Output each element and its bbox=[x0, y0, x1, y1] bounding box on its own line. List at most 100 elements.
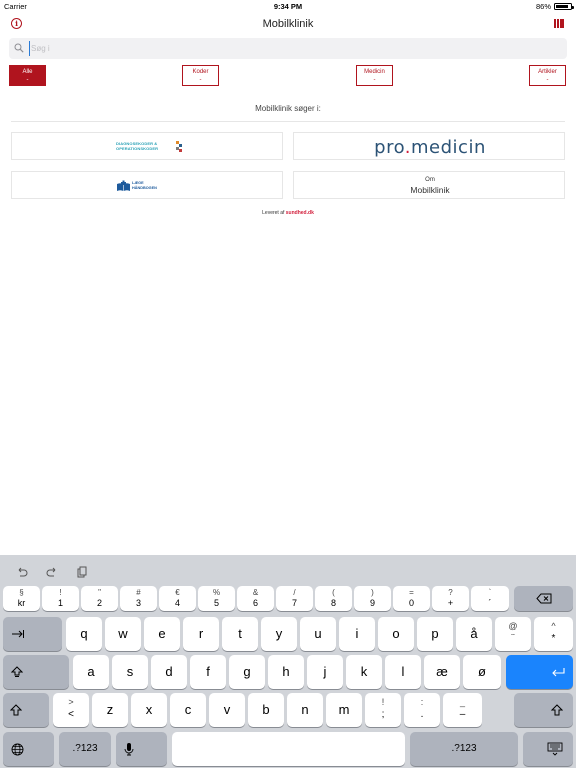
paste-icon[interactable] bbox=[76, 566, 88, 578]
redo-icon[interactable] bbox=[46, 566, 58, 578]
filter-medicin-button[interactable]: Medicin - bbox=[356, 65, 393, 86]
key-w[interactable]: w bbox=[105, 617, 141, 651]
key-char: < bbox=[68, 709, 74, 720]
key-aa[interactable]: å bbox=[456, 617, 492, 651]
delete-key[interactable] bbox=[514, 586, 573, 611]
key-char: ¨ bbox=[511, 633, 515, 644]
key-char: o bbox=[392, 626, 400, 641]
filter-artikler-button[interactable]: Artikler - bbox=[529, 65, 566, 86]
key-k[interactable]: k bbox=[346, 655, 382, 689]
sundhed-logo[interactable]: sundhed.dk bbox=[286, 210, 314, 216]
key-u[interactable]: u bbox=[300, 617, 336, 651]
search-input[interactable] bbox=[29, 41, 549, 56]
key-6[interactable]: & 6 bbox=[237, 586, 274, 611]
key-g[interactable]: g bbox=[229, 655, 265, 689]
caps-lock-icon bbox=[11, 666, 23, 677]
key-p[interactable]: p bbox=[417, 617, 453, 651]
return-key[interactable] bbox=[506, 655, 573, 689]
dictation-key[interactable] bbox=[116, 732, 167, 766]
key-n[interactable]: n bbox=[287, 693, 323, 727]
search-box[interactable] bbox=[9, 38, 567, 59]
caps-lock-key[interactable] bbox=[3, 655, 69, 689]
globe-key[interactable] bbox=[3, 732, 54, 766]
key-char: m bbox=[338, 702, 350, 717]
key-z[interactable]: z bbox=[92, 693, 128, 727]
key-char: u bbox=[314, 626, 322, 641]
key-m[interactable]: m bbox=[326, 693, 362, 727]
key-semicolon[interactable]: !; bbox=[365, 693, 401, 727]
key-alt: @ bbox=[508, 621, 518, 631]
diagnosekoder-logo: DIAGNOSEKODER & OPERATIONSKODER bbox=[116, 140, 186, 154]
key-l[interactable]: l bbox=[385, 655, 421, 689]
key-kr[interactable]: § kr bbox=[3, 586, 40, 611]
laege-text: LÆGE HÅNDBOGEN bbox=[132, 181, 157, 191]
key-a[interactable]: a bbox=[73, 655, 109, 689]
key-alt: # bbox=[136, 588, 141, 597]
key-x[interactable]: x bbox=[131, 693, 167, 727]
key-2[interactable]: " 2 bbox=[81, 586, 118, 611]
filter-alle-button[interactable]: Alle - bbox=[9, 65, 46, 86]
key-c[interactable]: c bbox=[170, 693, 206, 727]
key-y[interactable]: y bbox=[261, 617, 297, 651]
key-char: q bbox=[80, 626, 88, 641]
key-oe[interactable]: ø bbox=[463, 655, 501, 689]
key-4[interactable]: €4 bbox=[159, 586, 196, 611]
key-1[interactable]: ! 1 bbox=[42, 586, 79, 611]
key-alt: > bbox=[68, 697, 74, 707]
key-0[interactable]: = 0 bbox=[393, 586, 430, 611]
filter-koder-button[interactable]: Koder - bbox=[182, 65, 219, 86]
promedicin-prefix: pro bbox=[374, 137, 405, 158]
key-i[interactable]: i bbox=[339, 617, 375, 651]
key-char: e bbox=[158, 626, 166, 641]
key-period[interactable]: :. bbox=[404, 693, 440, 727]
key-d[interactable]: d bbox=[151, 655, 187, 689]
bookmark-icon[interactable] bbox=[554, 19, 564, 28]
key-alt: = bbox=[409, 588, 414, 597]
key-plus[interactable]: ? + bbox=[432, 586, 469, 611]
key-9[interactable]: ) 9 bbox=[354, 586, 391, 611]
key-5[interactable]: % 5 bbox=[198, 586, 235, 611]
shift-left-key[interactable] bbox=[3, 693, 49, 727]
key-star[interactable]: ^ * bbox=[534, 617, 573, 651]
key-8[interactable]: (8 bbox=[315, 586, 352, 611]
key-j[interactable]: j bbox=[307, 655, 343, 689]
key-at[interactable]: @ ¨ bbox=[495, 617, 531, 651]
key-char: r bbox=[198, 626, 204, 641]
key-r[interactable]: r bbox=[183, 617, 219, 651]
tab-key[interactable] bbox=[3, 617, 62, 651]
key-char: 2 bbox=[96, 598, 102, 608]
hide-keyboard-key[interactable] bbox=[523, 732, 573, 766]
source-card-diagnosekoder[interactable]: DIAGNOSEKODER & OPERATIONSKODER bbox=[11, 132, 283, 160]
tab-icon bbox=[12, 630, 24, 638]
key-alt: ! bbox=[59, 588, 62, 597]
key-char: ´ bbox=[488, 598, 492, 608]
key-q[interactable]: q bbox=[66, 617, 102, 651]
key-char: 5 bbox=[213, 598, 219, 608]
key-s[interactable]: s bbox=[112, 655, 148, 689]
shift-right-key[interactable] bbox=[514, 693, 573, 727]
key-ae[interactable]: æ bbox=[424, 655, 460, 689]
undo-icon[interactable] bbox=[16, 566, 28, 578]
key-7[interactable]: /7 bbox=[276, 586, 313, 611]
key-3[interactable]: #3 bbox=[120, 586, 157, 611]
key-angle[interactable]: > < bbox=[53, 693, 89, 727]
powered-by: Leveret af sundhed.dk bbox=[0, 210, 576, 216]
source-card-laegehaandbogen[interactable]: LÆGE HÅNDBOGEN bbox=[11, 171, 283, 199]
key-acute[interactable]: ` ´ bbox=[471, 586, 509, 611]
source-card-promedicin[interactable]: pro.medicin bbox=[293, 132, 565, 160]
about-mobilklinik-card[interactable]: Om Mobilklinik bbox=[293, 171, 565, 199]
numbers-left-key[interactable]: .?123 bbox=[59, 732, 111, 766]
space-bar[interactable] bbox=[172, 732, 405, 766]
key-h[interactable]: h bbox=[268, 655, 304, 689]
key-t[interactable]: t bbox=[222, 617, 258, 651]
key-e[interactable]: e bbox=[144, 617, 180, 651]
key-dash[interactable]: _ – bbox=[443, 693, 482, 727]
key-f[interactable]: f bbox=[190, 655, 226, 689]
filter-label: Medicin bbox=[364, 69, 385, 75]
key-v[interactable]: v bbox=[209, 693, 245, 727]
key-alt: ) bbox=[371, 588, 374, 597]
keyboard-dismiss-icon bbox=[547, 742, 563, 756]
numbers-right-key[interactable]: .?123 bbox=[410, 732, 518, 766]
key-o[interactable]: o bbox=[378, 617, 414, 651]
key-b[interactable]: b bbox=[248, 693, 284, 727]
